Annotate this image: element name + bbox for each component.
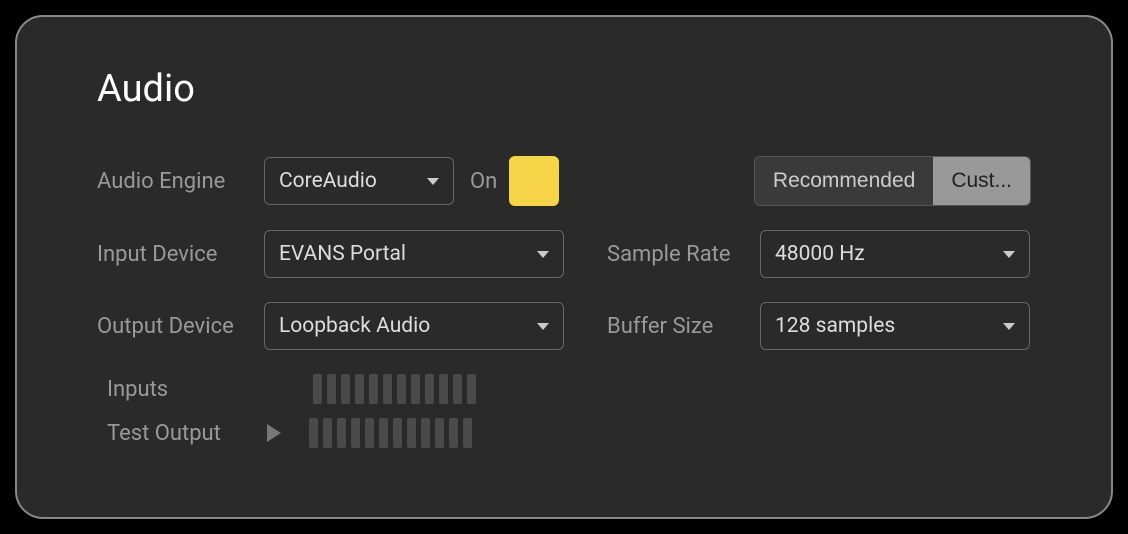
inputs-label: Inputs (107, 377, 247, 402)
audio-engine-select[interactable]: CoreAudio (264, 157, 454, 205)
meter-bar (337, 418, 346, 448)
chevron-down-icon (1003, 251, 1015, 258)
meter-bar (383, 374, 392, 404)
input-device-value: EVANS Portal (279, 242, 406, 266)
buffer-size-select[interactable]: 128 samples (760, 302, 1030, 350)
output-device-value: Loopback Audio (279, 314, 430, 338)
custom-button[interactable]: Cust... (933, 157, 1030, 205)
meter-bar (435, 418, 444, 448)
sample-rate-select[interactable]: 48000 Hz (760, 230, 1030, 278)
meter-bar (309, 418, 318, 448)
recommended-button[interactable]: Recommended (755, 157, 933, 205)
audio-engine-value: CoreAudio (279, 169, 377, 193)
page-title: Audio (97, 67, 1031, 111)
buffer-size-value: 128 samples (775, 314, 895, 338)
meter-bar (355, 374, 364, 404)
meter-bar (463, 418, 472, 448)
meter-bar (379, 418, 388, 448)
test-output-row: Test Output (107, 418, 1031, 448)
engine-status: On (470, 169, 497, 194)
meter-bar (421, 418, 430, 448)
meter-bar (323, 418, 332, 448)
output-buffer-row: Output Device Loopback Audio Buffer Size… (97, 302, 1031, 350)
meter-bar (453, 374, 462, 404)
inputs-meter-row: Inputs (107, 374, 1031, 404)
meter-section: Inputs Test Output (107, 374, 1031, 448)
chevron-down-icon (537, 323, 549, 330)
engine-color-swatch[interactable] (509, 156, 559, 206)
meter-bar (313, 374, 322, 404)
meter-bar (369, 374, 378, 404)
output-device-label: Output Device (97, 314, 252, 339)
play-icon[interactable] (267, 424, 281, 442)
meter-bar (411, 374, 420, 404)
audio-engine-row: Audio Engine CoreAudio On Recommended Cu… (97, 156, 1031, 206)
audio-engine-label: Audio Engine (97, 169, 252, 194)
meter-bar (407, 418, 416, 448)
input-sample-row: Input Device EVANS Portal Sample Rate 48… (97, 230, 1031, 278)
sample-rate-value: 48000 Hz (775, 242, 865, 266)
meter-bar (397, 374, 406, 404)
meter-bar (425, 374, 434, 404)
meter-bar (449, 418, 458, 448)
audio-settings-panel: Audio Audio Engine CoreAudio On Recommen… (15, 15, 1113, 519)
meter-bar (341, 374, 350, 404)
input-device-label: Input Device (97, 242, 252, 267)
chevron-down-icon (1003, 323, 1015, 330)
preset-toggle-group: Recommended Cust... (754, 156, 1031, 206)
meter-bar (467, 374, 476, 404)
test-output-label: Test Output (107, 421, 247, 446)
meter-bar (439, 374, 448, 404)
input-device-select[interactable]: EVANS Portal (264, 230, 564, 278)
test-output-meter (309, 418, 472, 448)
inputs-meter (313, 374, 476, 404)
output-device-select[interactable]: Loopback Audio (264, 302, 564, 350)
meter-bar (327, 374, 336, 404)
chevron-down-icon (537, 251, 549, 258)
meter-bar (393, 418, 402, 448)
sample-rate-label: Sample Rate (607, 242, 742, 267)
buffer-size-label: Buffer Size (607, 314, 742, 339)
meter-bar (365, 418, 374, 448)
meter-bar (351, 418, 360, 448)
chevron-down-icon (427, 178, 439, 185)
